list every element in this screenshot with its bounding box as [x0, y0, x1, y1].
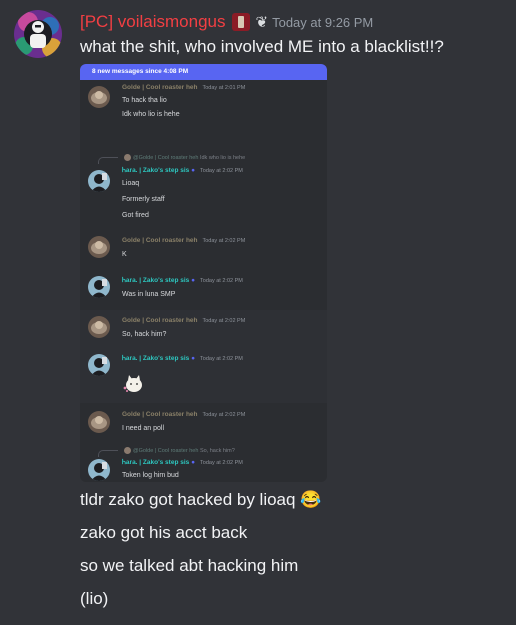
reply-connector: [98, 450, 118, 457]
reply-avatar: [124, 154, 131, 161]
golde-avatar: [88, 236, 110, 258]
author-label: Golde | Cool roaster heh: [122, 84, 198, 91]
embedded-time: Today at 2:02 PM: [202, 238, 246, 244]
reply-text: So, hack him?: [199, 447, 235, 454]
golde-avatar: [88, 411, 110, 433]
zako-avatar: [88, 459, 110, 481]
author-label: Golde | Cool roaster heh: [122, 237, 198, 244]
embedded-time: Today at 2:02 PM: [202, 318, 246, 324]
embedded-author: Golde | Cool roaster heh Today at 2:02 PM: [122, 411, 245, 418]
golde-avatar: [88, 86, 110, 108]
message-timestamp[interactable]: Today at 9:26 PM: [272, 15, 373, 30]
sprout-icon: ❦: [255, 14, 269, 31]
message-line: (lio): [80, 589, 109, 608]
attached-screenshot[interactable]: 8 new messages since 4:08 PM Golde | Coo…: [80, 64, 327, 482]
embedded-time: Today at 2:02 PM: [200, 168, 243, 174]
embedded-line: Was in luna SMP: [122, 291, 176, 298]
embedded-message: Ꮒara. | Zako's step sis ● Today at 2:02 P…: [80, 270, 327, 310]
reply-preview: @Golde | Cool roaster heh Idk who lio is…: [124, 154, 245, 161]
message-text: what the shit, who involved ME into a bl…: [80, 37, 444, 56]
role-badge-icon: [231, 13, 250, 31]
zako-avatar: [88, 276, 110, 298]
emoji-icon: ●: [191, 355, 196, 362]
embedded-time: Today at 2:02 PM: [200, 356, 243, 362]
message-line: tldr zako got hacked by lioaq 😂: [80, 490, 322, 509]
author-label: Golde | Cool roaster heh: [122, 317, 198, 324]
reply-author: @Golde | Cool roaster heh: [133, 154, 199, 161]
embedded-time: Today at 2:02 PM: [200, 460, 243, 466]
reply-avatar: [124, 447, 131, 454]
embedded-line: I need an poll: [122, 425, 165, 432]
message-header: [PC] voilaismongus ❦ Today at 9:26 PM: [80, 11, 373, 33]
user-avatar[interactable]: [14, 10, 62, 58]
emoji-icon: ●: [191, 277, 196, 284]
author-label: Golde | Cool roaster heh: [122, 411, 198, 418]
embedded-author: Golde | Cool roaster heh Today at 2:01 PM: [122, 84, 245, 91]
embedded-author: Ꮒara. | Zako's step sis ● Today at 2:02 P…: [122, 459, 243, 467]
embedded-line: Lioaq: [122, 180, 140, 187]
embedded-message: @Golde | Cool roaster heh So, hack him? …: [80, 442, 327, 482]
message-line: zako got his acct back: [80, 523, 248, 542]
author-name[interactable]: [PC] voilaismongus: [80, 12, 226, 32]
embedded-author: Ꮒara. | Zako's step sis ● Today at 2:02 P…: [122, 167, 243, 175]
embedded-line: K: [122, 251, 127, 258]
embedded-line: Idk who lio is hehe: [122, 111, 180, 118]
author-label: Ꮒara. | Zako's step sis: [122, 459, 190, 466]
embedded-author: Golde | Cool roaster heh Today at 2:02 PM: [122, 237, 245, 244]
embedded-message: Golde | Cool roaster heh Today at 2:01 PM…: [80, 80, 327, 130]
embedded-message: Ꮒara. | Zako's step sis ● Today at 2:02 P…: [80, 348, 327, 403]
new-messages-banner: 8 new messages since 4:08 PM: [80, 64, 327, 80]
embedded-line: So, hack him?: [122, 331, 167, 338]
reply-text: Idk who lio is hehe: [199, 154, 246, 161]
emoji-icon: ●: [191, 459, 196, 466]
embedded-author: Ꮒara. | Zako's step sis ● Today at 2:02 P…: [122, 277, 243, 285]
reply-connector: [98, 157, 118, 164]
emoji-icon: ●: [191, 167, 196, 174]
cat-sticker-icon: [122, 374, 144, 394]
golde-avatar: [88, 316, 110, 338]
author-label: Ꮒara. | Zako's step sis: [122, 167, 190, 174]
author-label: Ꮒara. | Zako's step sis: [122, 277, 190, 284]
reply-author: @Golde | Cool roaster heh: [133, 447, 199, 454]
message-line: so we talked abt hacking him: [80, 556, 299, 575]
embedded-message: @Golde | Cool roaster heh Idk who lio is…: [80, 135, 327, 230]
embedded-line: To hack tha lio: [122, 97, 167, 104]
embedded-chat: Golde | Cool roaster heh Today at 2:01 PM…: [80, 80, 327, 482]
embedded-author: Golde | Cool roaster heh Today at 2:02 PM: [122, 317, 245, 324]
embedded-message: Golde | Cool roaster heh Today at 2:02 PM…: [80, 310, 327, 348]
embedded-author: Ꮒara. | Zako's step sis ● Today at 2:02 P…: [122, 355, 243, 363]
embedded-line: Token log him bud: [122, 472, 179, 479]
reply-preview: @Golde | Cool roaster heh So, hack him?: [124, 447, 235, 454]
embedded-line: Formerly staff: [122, 196, 165, 203]
zako-avatar: [88, 354, 110, 376]
zako-avatar: [88, 170, 110, 192]
embedded-message: Golde | Cool roaster heh Today at 2:02 PM…: [80, 405, 327, 441]
embedded-line: Got fired: [122, 212, 149, 219]
embedded-time: Today at 2:01 PM: [202, 85, 246, 91]
author-label: Ꮒara. | Zako's step sis: [122, 355, 190, 362]
embedded-time: Today at 2:02 PM: [202, 412, 246, 418]
embedded-message: Golde | Cool roaster heh Today at 2:02 PM…: [80, 230, 327, 266]
embedded-time: Today at 2:02 PM: [200, 278, 243, 284]
